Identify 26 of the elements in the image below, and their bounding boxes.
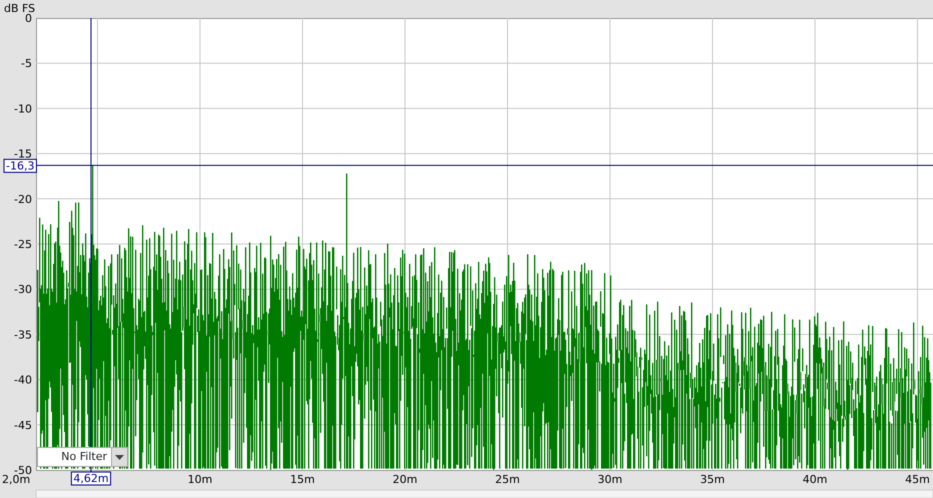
y-tick-label: -30 xyxy=(14,283,32,296)
y-tick-label: -25 xyxy=(14,238,32,251)
y-tick-label: -45 xyxy=(14,418,32,432)
cursor-line[interactable] xyxy=(36,164,933,166)
y-tick-label: -35 xyxy=(14,328,32,342)
y-tick-label: -15 xyxy=(14,148,32,161)
y-tick-label: -5 xyxy=(21,57,32,70)
y-tick-label: 0 xyxy=(25,12,32,25)
x-tick-label: 30m xyxy=(598,473,622,486)
x-tick-label: 20m xyxy=(392,473,418,486)
y-tick-label: -10 xyxy=(14,102,32,116)
x-tick-label: 15m xyxy=(290,473,315,486)
x-tick-label: 2,0m xyxy=(2,473,30,486)
cursor-readout: 4,62m xyxy=(70,472,112,486)
x-tick-label: 25m xyxy=(495,473,520,486)
y-tick-label: -40 xyxy=(14,374,32,387)
y-tick-label: -20 xyxy=(14,192,32,206)
x-tick-label: 40m xyxy=(802,473,828,486)
x-tick-label: 35m xyxy=(700,473,725,486)
caret-icon xyxy=(115,454,124,460)
axis-unit: dB FS xyxy=(4,2,36,15)
x-tick-label: 10m xyxy=(188,473,212,486)
cursor-readout: -16,3 xyxy=(4,158,37,173)
scroll-bar[interactable] xyxy=(36,490,933,498)
x-tick-label: 45m xyxy=(905,473,930,486)
filter-dropdown[interactable]: No Filter xyxy=(37,447,128,467)
